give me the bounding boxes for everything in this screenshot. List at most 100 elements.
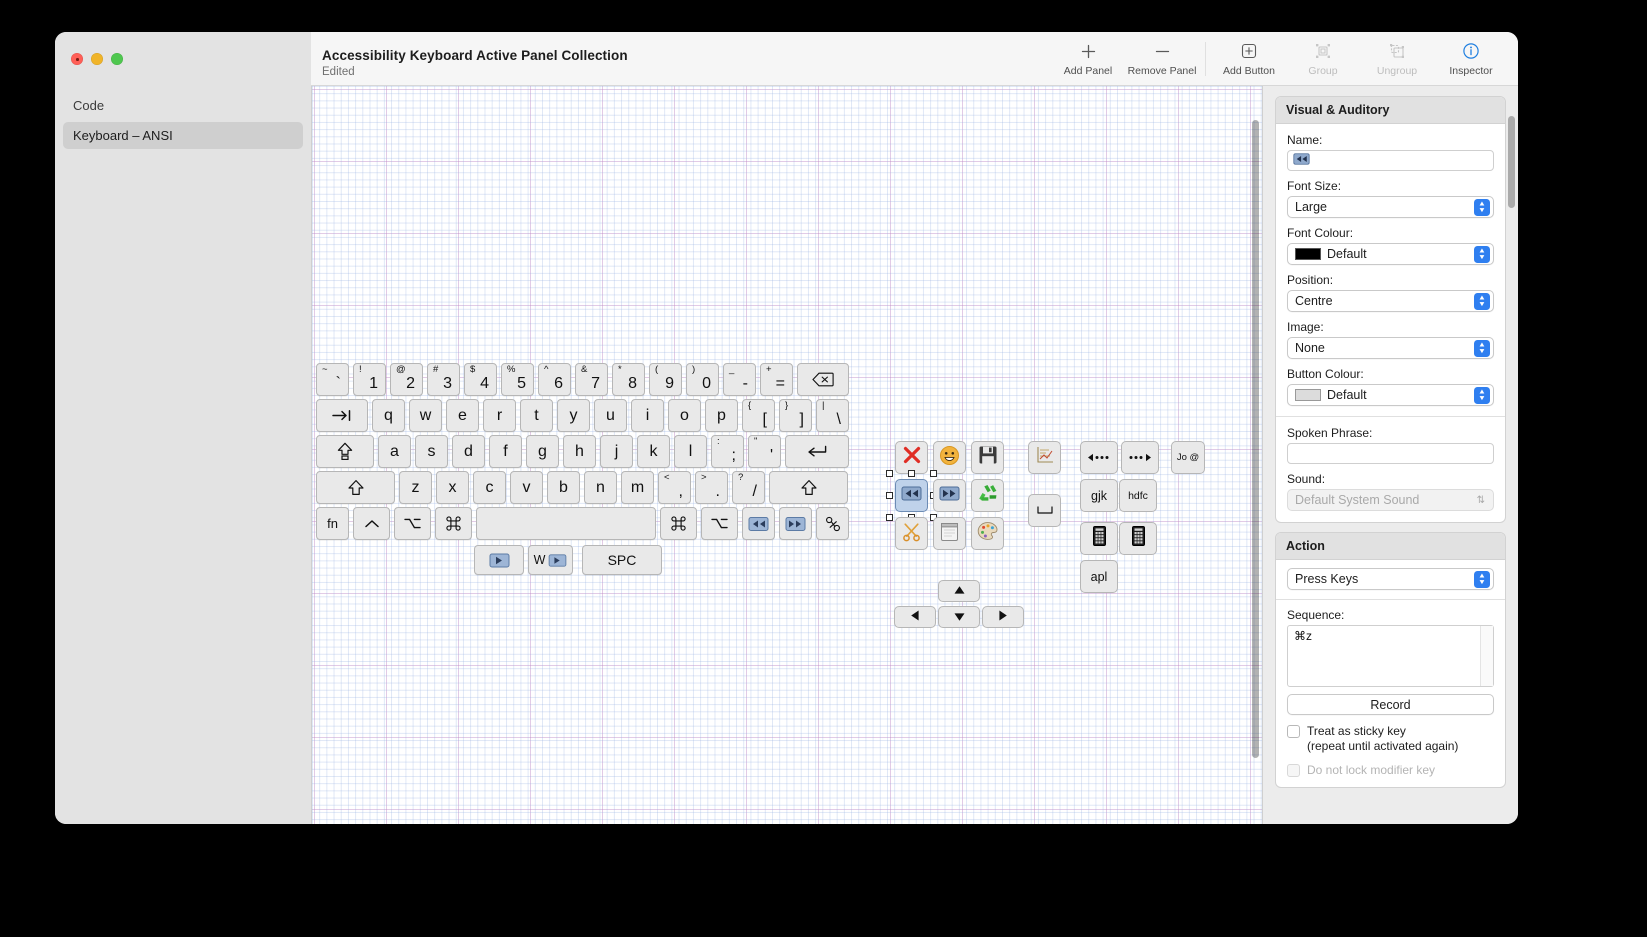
resize-handle-sw[interactable] [886,514,893,521]
position-select[interactable]: Centre ▲ ▼ [1287,290,1494,312]
fast-forward-button[interactable] [933,479,966,512]
key-8[interactable]: * 8 [612,363,645,396]
key-i[interactable]: i [631,399,664,432]
key-l[interactable]: l [674,435,707,468]
sequence-scrollbar[interactable] [1480,626,1493,686]
gjk-button[interactable]: gjk [1080,479,1118,512]
key-h[interactable]: h [563,435,596,468]
close-button[interactable] [71,53,83,65]
action-type-select[interactable]: Press Keys ▲ ▼ [1287,568,1494,590]
toolbar-ungroup[interactable]: Ungroup [1360,34,1434,84]
key-bracket-right[interactable]: }] [779,399,812,432]
button-colour-select[interactable]: Default ▲ ▼ [1287,384,1494,406]
arrow-left-dots-button[interactable] [1080,441,1118,474]
key-0[interactable]: ) 0 [686,363,719,396]
key-r[interactable]: r [483,399,516,432]
key-slash[interactable]: ? / [732,471,765,504]
key-command-left[interactable] [435,507,472,540]
key-control[interactable] [353,507,390,540]
key-space[interactable] [476,507,656,540]
image-select[interactable]: None ▲ ▼ [1287,337,1494,359]
key-1[interactable]: ! 1 [353,363,386,396]
key-5[interactable]: % 5 [501,363,534,396]
key-b[interactable]: b [547,471,580,504]
key-3[interactable]: #3 [427,363,460,396]
inspector-scrollbar[interactable] [1508,116,1515,208]
key-rewind[interactable] [742,507,775,540]
resize-handle-nw[interactable] [886,470,893,477]
play-button[interactable] [474,545,524,575]
spoken-phrase-input[interactable] [1287,443,1494,464]
resize-handle-n[interactable] [908,470,915,477]
key-z[interactable]: z [399,471,432,504]
toolbar-add-panel[interactable]: Add Panel [1051,34,1125,84]
key-equals[interactable]: + = [760,363,793,396]
key-option-right[interactable] [701,507,738,540]
spc-button[interactable]: SPC [582,545,662,575]
save-floppy-button[interactable] [971,441,1004,474]
arrow-down-button[interactable] [938,606,980,628]
palette-button[interactable] [971,517,1004,550]
key-eject[interactable] [816,507,849,540]
key-a[interactable]: a [378,435,411,468]
arrow-left-button[interactable] [894,606,936,628]
key-caps-lock[interactable] [316,435,374,468]
key-shift-right[interactable] [769,471,848,504]
key-j[interactable]: j [600,435,633,468]
key-f[interactable]: f [489,435,522,468]
clipboard-button[interactable] [933,517,966,550]
recycle-button[interactable] [971,479,1004,512]
sticky-key-row[interactable]: Treat as sticky key (repeat until activa… [1287,724,1494,755]
jo-at-button[interactable]: Jo @ [1171,441,1205,474]
key-tab[interactable] [316,399,368,432]
key-quote[interactable]: " ' [748,435,781,468]
key-n[interactable]: n [584,471,617,504]
sound-select[interactable]: Default System Sound ⇅ [1287,489,1494,511]
underscore-button[interactable] [1028,494,1061,527]
resize-handle-w[interactable] [886,492,893,499]
key-delete[interactable] [797,363,849,396]
key-minus[interactable]: _ - [723,363,756,396]
key-return[interactable] [785,435,849,468]
key-semicolon[interactable]: :; [711,435,744,468]
key-q[interactable]: q [372,399,405,432]
key-g[interactable]: g [526,435,559,468]
key-s[interactable]: s [415,435,448,468]
key-m[interactable]: m [621,471,654,504]
key-backslash[interactable]: | \ [816,399,849,432]
key-c[interactable]: c [473,471,506,504]
toolbar-group[interactable]: Group [1286,34,1360,84]
key-v[interactable]: v [510,471,543,504]
toolbar-remove-panel[interactable]: Remove Panel [1125,34,1199,84]
resize-handle-ne[interactable] [930,470,937,477]
scissors-button[interactable] [895,517,928,550]
toolbar-inspector[interactable]: Inspector [1434,34,1508,84]
key-option-left[interactable] [394,507,431,540]
smiley-button[interactable] [933,441,966,474]
sidebar-item-keyboard-ansi[interactable]: Keyboard – ANSI [63,122,303,149]
no-lock-modifier-row[interactable]: Do not lock modifier key [1287,763,1494,778]
no-lock-modifier-checkbox[interactable] [1287,763,1300,777]
key-2[interactable]: @2 [390,363,423,396]
key-fast-forward[interactable] [779,507,812,540]
name-input[interactable] [1287,150,1494,171]
font-size-select[interactable]: Large ▲ ▼ [1287,196,1494,218]
key-e[interactable]: e [446,399,479,432]
w-play-button[interactable]: W [528,545,573,575]
key-u[interactable]: u [594,399,627,432]
key-o[interactable]: o [668,399,701,432]
key-4[interactable]: $4 [464,363,497,396]
key-backtick[interactable]: ~ ` [316,363,349,396]
key-d[interactable]: d [452,435,485,468]
key-comma[interactable]: <, [658,471,691,504]
keypad-1-button[interactable] [1080,522,1118,555]
key-9[interactable]: (9 [649,363,682,396]
zoom-button[interactable] [111,53,123,65]
sticky-key-checkbox[interactable] [1287,725,1300,738]
key-shift-left[interactable] [316,471,395,504]
chart-button[interactable] [1028,441,1061,474]
canvas-vertical-scrollbar[interactable] [1252,120,1259,758]
key-bracket-left[interactable]: {[ [742,399,775,432]
keypad-2-button[interactable] [1119,522,1157,555]
key-y[interactable]: y [557,399,590,432]
